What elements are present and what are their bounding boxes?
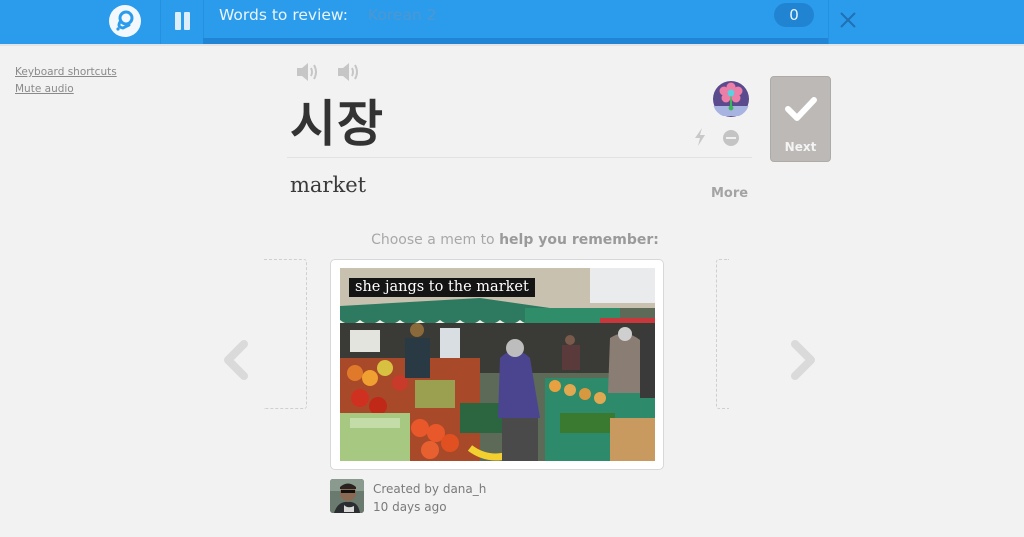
separator [287, 157, 752, 158]
audio-button-1[interactable] [295, 60, 321, 84]
topbar-shadow [0, 44, 1024, 46]
target-word: 시장 [290, 95, 384, 153]
prompt-plain: Choose a mem to [371, 232, 500, 248]
prompt-bold: help you remember: [499, 232, 659, 248]
checkmark-icon [785, 97, 817, 121]
divider [828, 0, 829, 44]
audio-button-2[interactable] [336, 60, 362, 84]
ignore-minus-icon[interactable] [723, 130, 739, 146]
review-progress: Words to review: Korean 2 0 [203, 0, 828, 44]
side-links: Keyboard shortcuts Mute audio [15, 64, 117, 98]
created-time: 10 days ago [373, 500, 447, 514]
chevron-left-icon [224, 340, 248, 380]
next-label: Next [784, 140, 817, 154]
speaker-icon [338, 63, 359, 81]
words-to-review-label: Words to review: [219, 6, 348, 24]
creator-name: Created by dana_h [373, 482, 487, 496]
lightning-icon[interactable] [693, 128, 707, 146]
keyboard-shortcuts-link[interactable]: Keyboard shortcuts [15, 64, 117, 81]
next-mem-placeholder[interactable] [716, 259, 729, 409]
close-icon [840, 12, 856, 28]
flower-plant-icon [712, 80, 750, 118]
creator-info: Created by dana_h 10 days ago [373, 480, 486, 516]
review-count-badge: 0 [774, 3, 814, 27]
creator-avatar[interactable] [330, 479, 364, 513]
mute-audio-link[interactable]: Mute audio [15, 81, 117, 98]
more-link[interactable]: More [711, 186, 748, 201]
pause-icon [175, 12, 181, 30]
previous-mem-button[interactable] [220, 338, 250, 382]
mem-image: she jangs to the market [340, 268, 655, 461]
next-button[interactable]: Next [770, 76, 831, 162]
close-button[interactable] [836, 8, 860, 32]
top-bar: Words to review: Korean 2 0 [0, 0, 1024, 46]
mem-caption: she jangs to the market [349, 278, 535, 297]
memrise-logo-icon[interactable] [109, 5, 141, 37]
mem-card[interactable]: she jangs to the market [330, 259, 664, 470]
next-mem-button[interactable] [787, 338, 817, 382]
pause-button[interactable] [161, 0, 203, 44]
definition: market [290, 173, 367, 197]
chevron-right-icon [791, 340, 815, 380]
choose-mem-prompt: Choose a mem to help you remember: [0, 232, 1024, 248]
previous-mem-placeholder[interactable] [264, 259, 307, 409]
speaker-icon [297, 63, 317, 81]
course-name: Korean 2 [368, 6, 437, 24]
audio-buttons [295, 60, 372, 84]
pause-icon-bar [184, 12, 190, 30]
